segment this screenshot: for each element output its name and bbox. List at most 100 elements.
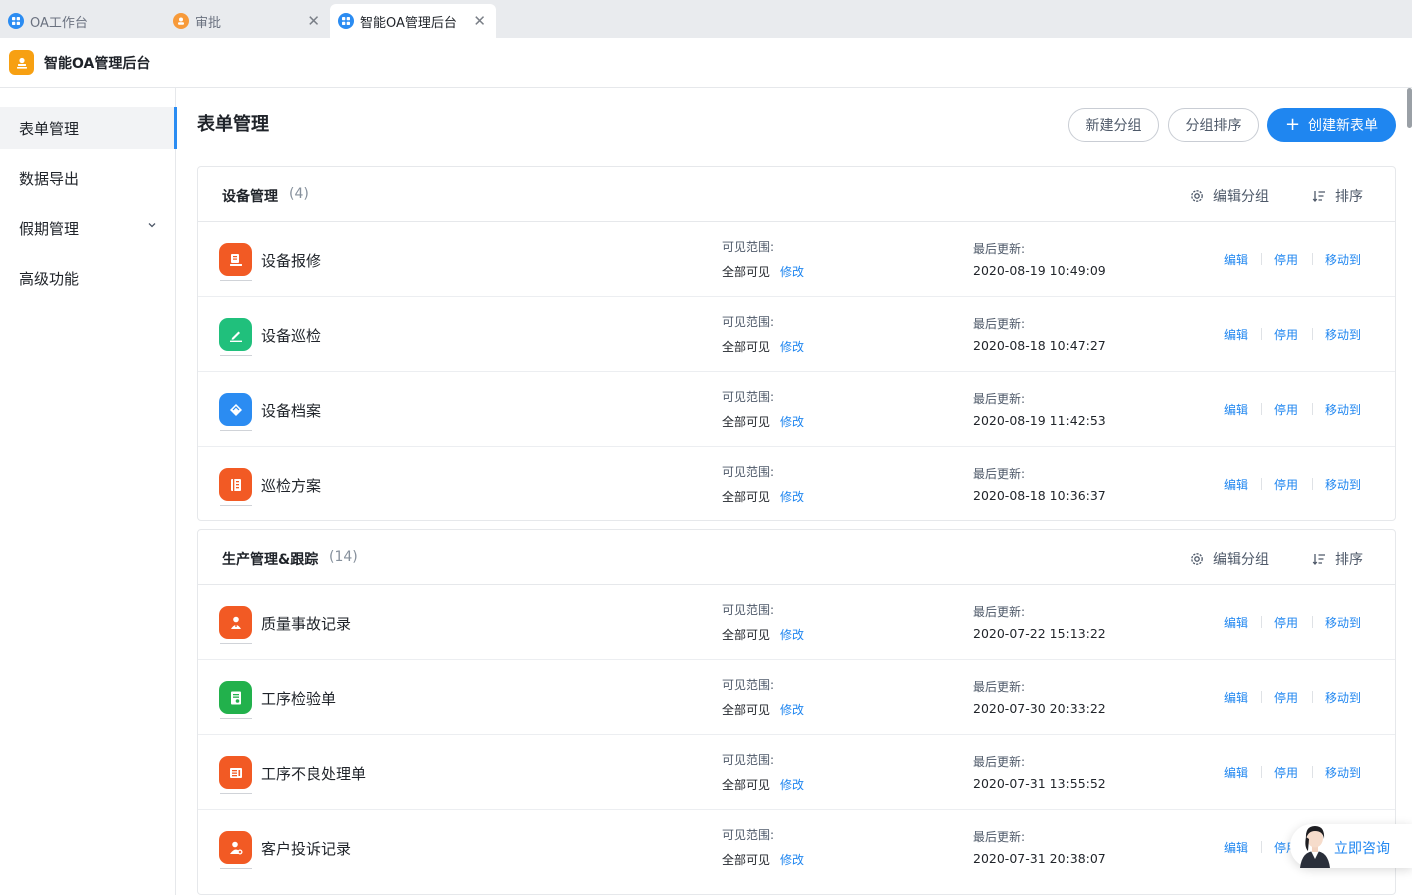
modify-visibility-link[interactable]: 修改 xyxy=(780,413,804,430)
last-updated-label: 最后更新: xyxy=(973,680,1026,694)
group-name: 生产管理&跟踪 xyxy=(222,552,319,568)
edit-form-link[interactable]: 编辑 xyxy=(1224,839,1248,856)
group-header: 设备管理 (4) 编辑分组 排序 xyxy=(198,167,1395,222)
modify-visibility-link[interactable]: 修改 xyxy=(780,488,804,505)
form-row: 设备巡检 可见范围: 全部可见 修改 最后更新: 2020-08-18 10:4… xyxy=(198,297,1395,372)
sort-icon xyxy=(1312,554,1325,565)
edit-group-button[interactable]: 编辑分组 xyxy=(1190,186,1269,206)
last-updated-value: 2020-07-30 20:33:22 xyxy=(973,701,1106,716)
modify-visibility-link[interactable]: 修改 xyxy=(780,851,804,868)
modify-visibility-link[interactable]: 修改 xyxy=(780,776,804,793)
divider xyxy=(1312,691,1313,703)
form-row: 设备报修 可见范围: 全部可见 修改 最后更新: 2020-08-19 10:4… xyxy=(198,222,1395,297)
visible-range-value: 全部可见 xyxy=(722,415,771,429)
form-row: 工序检验单 可见范围: 全部可见 修改 最后更新: 2020-07-30 20:… xyxy=(198,660,1395,735)
disable-form-link[interactable]: 停用 xyxy=(1274,764,1298,781)
disable-form-link[interactable]: 停用 xyxy=(1274,689,1298,706)
edit-form-link[interactable]: 编辑 xyxy=(1224,764,1248,781)
move-form-link[interactable]: 移动到 xyxy=(1325,401,1361,418)
tab-oa-admin[interactable]: 智能OA管理后台 ✕ xyxy=(330,4,496,38)
divider xyxy=(1312,328,1313,340)
group-header: 生产管理&跟踪 (14) 编辑分组 排序 xyxy=(198,530,1395,585)
close-icon[interactable]: ✕ xyxy=(473,13,486,29)
edit-form-link[interactable]: 编辑 xyxy=(1224,326,1248,343)
disable-form-link[interactable]: 停用 xyxy=(1274,614,1298,631)
group-count: (4) xyxy=(289,186,309,202)
gear-icon xyxy=(1191,553,1203,565)
scrollbar[interactable] xyxy=(1407,88,1412,128)
last-updated-label: 最后更新: xyxy=(973,242,1026,256)
sidebar-item-label: 高级功能 xyxy=(19,269,80,288)
person-alert-icon xyxy=(219,606,252,644)
visible-range-label: 可见范围: xyxy=(722,390,775,404)
divider xyxy=(1312,478,1313,490)
last-updated-value: 2020-08-19 11:42:53 xyxy=(973,413,1106,428)
user-icon xyxy=(173,13,189,29)
visible-range-label: 可见范围: xyxy=(722,603,775,617)
edit-form-link[interactable]: 编辑 xyxy=(1224,689,1248,706)
tab-oa-workbench[interactable]: OA工作台 xyxy=(0,4,165,38)
create-form-button[interactable]: + 创建新表单 xyxy=(1267,108,1396,142)
disable-form-link[interactable]: 停用 xyxy=(1274,326,1298,343)
form-name: 工序检验单 xyxy=(261,690,337,708)
form-row: 巡检方案 可见范围: 全部可见 修改 最后更新: 2020-08-18 10:3… xyxy=(198,447,1395,520)
close-icon[interactable]: ✕ xyxy=(307,13,320,29)
sort-button[interactable]: 排序 xyxy=(1312,549,1363,569)
modify-visibility-link[interactable]: 修改 xyxy=(780,626,804,643)
form-name: 设备巡检 xyxy=(261,327,322,345)
sidebar-item-label: 假期管理 xyxy=(19,219,80,238)
tab-approval[interactable]: 审批 ✕ xyxy=(165,4,330,38)
sort-label: 排序 xyxy=(1335,552,1363,568)
group-name: 设备管理 xyxy=(222,189,278,205)
disable-form-link[interactable]: 停用 xyxy=(1274,401,1298,418)
sort-button[interactable]: 排序 xyxy=(1312,186,1363,206)
divider xyxy=(1261,253,1262,265)
move-form-link[interactable]: 移动到 xyxy=(1325,689,1361,706)
move-form-link[interactable]: 移动到 xyxy=(1325,764,1361,781)
visible-range-label: 可见范围: xyxy=(722,753,775,767)
divider xyxy=(1261,841,1262,853)
modify-visibility-link[interactable]: 修改 xyxy=(780,701,804,718)
move-form-link[interactable]: 移动到 xyxy=(1325,251,1361,268)
edit-form-link[interactable]: 编辑 xyxy=(1224,614,1248,631)
visible-range-label: 可见范围: xyxy=(722,465,775,479)
divider xyxy=(1261,616,1262,628)
sidebar-item-advanced[interactable]: 高级功能 xyxy=(0,257,176,299)
move-form-link[interactable]: 移动到 xyxy=(1325,614,1361,631)
move-form-link[interactable]: 移动到 xyxy=(1325,326,1361,343)
document-list-icon xyxy=(219,756,252,794)
edit-form-link[interactable]: 编辑 xyxy=(1224,251,1248,268)
agent-avatar xyxy=(1300,826,1330,868)
app-header: 智能OA管理后台 xyxy=(0,38,1412,88)
sort-label: 排序 xyxy=(1335,189,1363,205)
form-name: 设备档案 xyxy=(261,402,322,420)
edit-group-button[interactable]: 编辑分组 xyxy=(1190,549,1269,569)
sidebar-item-form-management[interactable]: 表单管理 xyxy=(0,107,177,149)
modify-visibility-link[interactable]: 修改 xyxy=(780,263,804,280)
last-updated-value: 2020-08-18 10:47:27 xyxy=(973,338,1106,353)
visible-range-value: 全部可见 xyxy=(722,778,771,792)
browser-tab-bar: OA工作台 审批 ✕ 智能OA管理后台 ✕ xyxy=(0,0,1412,38)
edit-form-link[interactable]: 编辑 xyxy=(1224,401,1248,418)
modify-visibility-link[interactable]: 修改 xyxy=(780,338,804,355)
create-form-label: 创建新表单 xyxy=(1308,118,1379,134)
edit-form-link[interactable]: 编辑 xyxy=(1224,476,1248,493)
form-name: 设备报修 xyxy=(261,252,322,270)
visible-range-value: 全部可见 xyxy=(722,703,771,717)
divider xyxy=(1261,478,1262,490)
consult-widget[interactable]: 立即咨询 xyxy=(1290,824,1412,868)
disable-form-link[interactable]: 停用 xyxy=(1274,476,1298,493)
sort-groups-button[interactable]: 分组排序 xyxy=(1168,108,1259,142)
visible-range-value: 全部可见 xyxy=(722,265,771,279)
disable-form-link[interactable]: 停用 xyxy=(1274,251,1298,268)
visible-range-label: 可见范围: xyxy=(722,828,775,842)
app-title: 智能OA管理后台 xyxy=(44,55,151,72)
apps-icon xyxy=(8,13,24,29)
sidebar-item-data-export[interactable]: 数据导出 xyxy=(0,157,176,199)
visible-range-value: 全部可见 xyxy=(722,853,771,867)
form-name: 巡检方案 xyxy=(261,477,322,495)
sidebar-item-leave-management[interactable]: 假期管理 xyxy=(0,207,176,249)
move-form-link[interactable]: 移动到 xyxy=(1325,476,1361,493)
new-group-button[interactable]: 新建分组 xyxy=(1068,108,1159,142)
plan-icon xyxy=(219,468,252,506)
